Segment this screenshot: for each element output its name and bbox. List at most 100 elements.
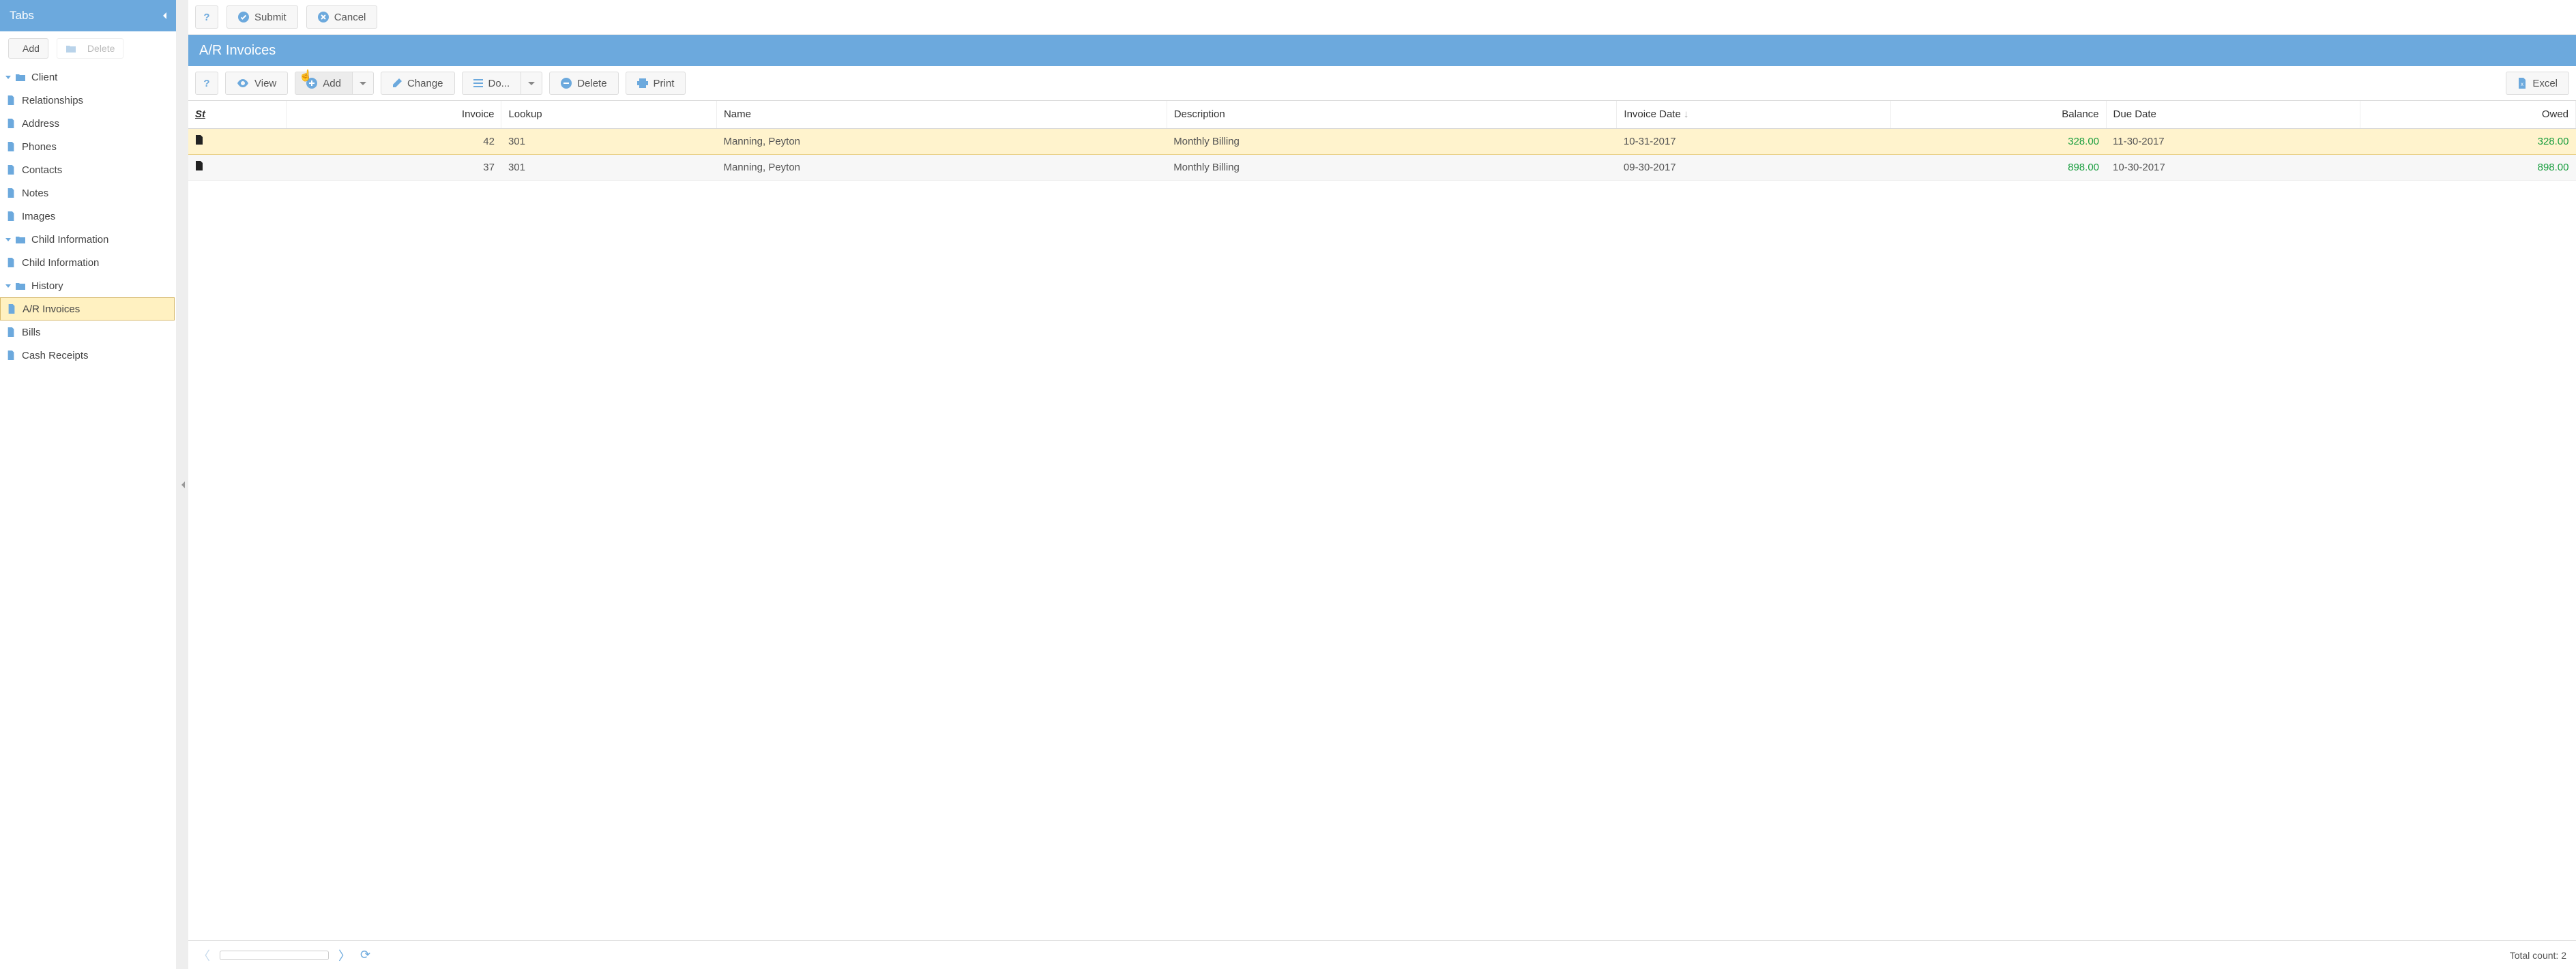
cell-owed: 328.00 <box>2360 128 2576 154</box>
tree-node-child-info[interactable]: Child Information <box>0 251 175 274</box>
file-icon <box>5 188 16 198</box>
cell-st <box>188 128 286 154</box>
tree-label: Bills <box>22 327 41 338</box>
excel-button[interactable]: x Excel <box>2506 72 2569 95</box>
horizontal-scrollbar[interactable] <box>220 951 329 960</box>
plus-circle-icon <box>306 78 317 89</box>
add-button[interactable]: Add <box>295 72 353 95</box>
tree-node-cash-receipts[interactable]: Cash Receipts <box>0 344 175 367</box>
sort-desc-icon: ↓ <box>1684 108 1689 120</box>
refresh-icon[interactable]: ⟳ <box>360 948 370 962</box>
page-header: A/R Invoices <box>188 35 2576 66</box>
col-balance[interactable]: Balance <box>1891 101 2107 128</box>
col-label: Owed <box>2542 108 2568 120</box>
cell-lookup: 301 <box>501 154 717 180</box>
caret-down-icon <box>5 238 11 241</box>
cell-balance: 328.00 <box>1891 128 2107 154</box>
tree-node-phones[interactable]: Phones <box>0 135 175 158</box>
help-button[interactable]: ? <box>195 5 218 29</box>
add-label: Add <box>323 78 341 89</box>
col-label: Balance <box>2062 108 2098 120</box>
cell-due-date: 11-30-2017 <box>2106 128 2360 154</box>
cancel-button[interactable]: Cancel <box>306 5 378 29</box>
caret-down-icon <box>5 76 11 79</box>
tree-node-history[interactable]: History <box>0 274 175 297</box>
tree-node-client[interactable]: Client <box>0 65 175 89</box>
col-lookup[interactable]: Lookup <box>501 101 717 128</box>
do-button-group: Do... <box>462 72 543 95</box>
col-invoice-date[interactable]: Invoice Date ↓ <box>1617 101 1891 128</box>
tree-node-notes[interactable]: Notes <box>0 181 175 205</box>
col-owed[interactable]: Owed <box>2360 101 2576 128</box>
x-circle-icon <box>318 12 329 23</box>
tree-node-images[interactable]: Images <box>0 205 175 228</box>
sidebar-add-label: Add <box>23 43 40 54</box>
delete-label: Delete <box>577 78 606 89</box>
prev-page-icon[interactable]: 〈 <box>198 946 210 964</box>
tree-node-child-info-folder[interactable]: Child Information <box>0 228 175 251</box>
do-dropdown[interactable] <box>521 72 542 95</box>
cell-name: Manning, Peyton <box>716 128 1167 154</box>
tree-node-contacts[interactable]: Contacts <box>0 158 175 181</box>
grid-wrap: St Invoice Lookup Name Description Invoi… <box>188 101 2576 940</box>
cell-st <box>188 154 286 180</box>
sidebar-title: Tabs <box>10 9 34 23</box>
col-due-date[interactable]: Due Date <box>2106 101 2360 128</box>
tree-label: Notes <box>22 188 48 199</box>
folder-icon <box>65 44 76 53</box>
excel-icon: x <box>2517 78 2527 89</box>
delete-button[interactable]: Delete <box>549 72 618 95</box>
do-button[interactable]: Do... <box>462 72 522 95</box>
grid-toolbar: ? View Add ☝ Change Do... Del <box>188 66 2576 101</box>
top-toolbar: ? Submit Cancel <box>188 0 2576 35</box>
sidebar-header: Tabs <box>0 0 176 31</box>
col-invoice[interactable]: Invoice <box>286 101 501 128</box>
grid-footer: 〈 〉 ⟳ Total count: 2 <box>188 940 2576 969</box>
sidebar: Tabs Add Delete Client R <box>0 0 176 969</box>
view-label: View <box>254 78 276 89</box>
submit-button[interactable]: Submit <box>226 5 298 29</box>
cell-invoice: 37 <box>286 154 501 180</box>
tree-label: History <box>31 280 63 292</box>
tree-label: Phones <box>22 141 57 153</box>
help-button[interactable]: ? <box>195 72 218 95</box>
splitter[interactable] <box>176 0 188 969</box>
collapse-left-icon[interactable] <box>163 12 166 19</box>
file-icon <box>5 95 16 105</box>
print-button[interactable]: Print <box>626 72 686 95</box>
col-label: Name <box>724 108 751 120</box>
printer-icon <box>637 78 648 88</box>
folder-open-icon <box>15 281 26 290</box>
sidebar-tree: Client Relationships Address Phones Cont… <box>0 65 176 969</box>
sidebar-add-button[interactable]: Add <box>8 38 48 59</box>
table-row[interactable]: 42 301 Manning, Peyton Monthly Billing 1… <box>188 128 2576 154</box>
tree-node-relationships[interactable]: Relationships <box>0 89 175 112</box>
svg-text:x: x <box>2521 81 2523 87</box>
change-label: Change <box>407 78 443 89</box>
cell-balance: 898.00 <box>1891 154 2107 180</box>
col-description[interactable]: Description <box>1167 101 1617 128</box>
file-icon <box>5 119 16 128</box>
page-title: A/R Invoices <box>199 43 276 59</box>
col-label: Invoice Date <box>1624 108 1680 120</box>
add-dropdown[interactable] <box>353 72 374 95</box>
col-label: Lookup <box>508 108 542 120</box>
table-row[interactable]: 37 301 Manning, Peyton Monthly Billing 0… <box>188 154 2576 180</box>
col-name[interactable]: Name <box>716 101 1167 128</box>
col-label: Due Date <box>2113 108 2156 120</box>
folder-open-icon <box>15 72 26 82</box>
change-button[interactable]: Change <box>381 72 455 95</box>
tree-node-bills[interactable]: Bills <box>0 320 175 344</box>
tree-node-address[interactable]: Address <box>0 112 175 135</box>
tree-node-ar-invoices[interactable]: A/R Invoices <box>0 297 175 320</box>
tree-label: Cash Receipts <box>22 350 89 361</box>
next-page-icon[interactable]: 〉 <box>338 946 351 964</box>
list-icon <box>473 79 483 87</box>
col-st[interactable]: St <box>188 101 286 128</box>
file-icon <box>5 165 16 175</box>
tree-label: Address <box>22 118 59 130</box>
cell-description: Monthly Billing <box>1167 128 1617 154</box>
cell-invoice: 42 <box>286 128 501 154</box>
check-circle-icon <box>238 12 249 23</box>
view-button[interactable]: View <box>225 72 288 95</box>
